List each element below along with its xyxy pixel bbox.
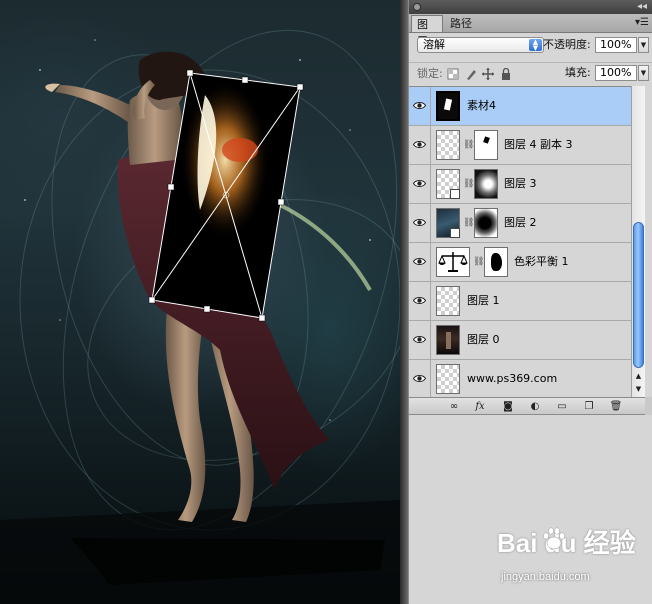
trash-icon[interactable]: 🗑 xyxy=(609,400,623,413)
paw-logo-icon xyxy=(543,527,565,550)
lock-label: 锁定: xyxy=(417,67,443,80)
layer-name[interactable]: 色彩平衡 1 xyxy=(514,254,569,270)
divider xyxy=(409,62,652,63)
tab-paths[interactable]: 路径 xyxy=(445,15,477,32)
canvas-scroll-edge xyxy=(400,0,408,604)
scroll-up-arrow-icon[interactable]: ▲ xyxy=(632,370,645,382)
layer-row[interactable]: ⛓ 图层 4 副本 3 xyxy=(409,126,631,165)
blend-mode-select[interactable]: 溶解 ▲ ▼ xyxy=(417,37,544,53)
new-layer-icon[interactable]: ❐ xyxy=(582,400,596,413)
layer-row[interactable]: ⛓ 色彩平衡 1 xyxy=(409,243,631,282)
blend-mode-value: 溶解 xyxy=(423,38,445,51)
layer-list-scrollbar[interactable]: ▲ ▼ xyxy=(631,86,645,397)
fill-input[interactable]: 100% xyxy=(595,65,637,81)
document-canvas[interactable] xyxy=(0,0,400,604)
layer-mask-thumbnail xyxy=(474,130,498,160)
visibility-eye-icon[interactable] xyxy=(409,321,431,359)
layer-row[interactable]: www.ps369.com xyxy=(409,360,631,398)
tab-layers[interactable]: 图层 xyxy=(411,15,443,48)
visibility-eye-icon[interactable] xyxy=(409,360,431,398)
layer-thumbnail xyxy=(436,208,460,238)
smart-object-badge-icon xyxy=(450,189,460,199)
layer-name[interactable]: 图层 2 xyxy=(504,215,537,231)
visibility-eye-icon[interactable] xyxy=(409,204,431,242)
chain-link-icon[interactable]: ⛓ xyxy=(463,179,474,189)
layer-mask-thumbnail xyxy=(474,169,498,199)
lock-position-icon[interactable] xyxy=(482,68,494,80)
fill-dropdown-arrow[interactable]: ▼ xyxy=(638,65,649,81)
watermark: Bai du 经验 jingyan.baidu.com xyxy=(497,518,647,590)
collapse-arrows-icon[interactable]: ◂◂ xyxy=(637,0,647,14)
layer-row[interactable]: 图层 1 xyxy=(409,282,631,321)
visibility-eye-icon[interactable] xyxy=(409,126,431,164)
layer-thumbnail xyxy=(436,364,460,394)
fill-label: 填充: xyxy=(565,66,591,79)
artwork xyxy=(0,29,400,604)
layer-thumbnail xyxy=(436,169,460,199)
layers-panel: ◂◂ 图层 路径 ▾☰ 溶解 ▲▼ 不透明度: 100% ▼ 锁定: 填充: 1… xyxy=(408,0,652,604)
fx-icon[interactable]: fx xyxy=(473,400,487,413)
layer-mask-thumbnail xyxy=(484,247,508,277)
panel-menu-icon[interactable]: ▾☰ xyxy=(635,15,649,31)
visibility-eye-icon[interactable] xyxy=(409,243,431,281)
lock-transparent-pixels-icon[interactable] xyxy=(447,68,459,80)
layer-name[interactable]: 图层 0 xyxy=(467,332,500,348)
layer-name[interactable]: 图层 1 xyxy=(467,293,500,309)
smart-object-badge-icon xyxy=(450,228,460,238)
layer-name[interactable]: 图层 3 xyxy=(504,176,537,192)
layer-list: 素材4 ⛓ 图层 4 副本 3 ⛓ 图层 3 ⛓ 图层 2 ⛓ 色彩平衡 1 图… xyxy=(409,86,631,398)
layer-row[interactable]: 图层 0 xyxy=(409,321,631,360)
layer-row[interactable]: ⛓ 图层 2 xyxy=(409,204,631,243)
visibility-eye-icon[interactable] xyxy=(409,282,431,320)
group-folder-icon[interactable]: ▭ xyxy=(555,400,569,413)
layer-name[interactable]: www.ps369.com xyxy=(467,371,557,387)
color-balance-adjustment-icon xyxy=(436,247,470,277)
layer-thumbnail xyxy=(436,286,460,316)
layer-row[interactable]: 素材4 xyxy=(409,87,631,126)
panel-close-button[interactable] xyxy=(413,3,421,11)
blend-mode-stepper-icon: ▲ ▼ xyxy=(529,39,542,52)
scroll-thumb[interactable] xyxy=(633,222,644,368)
layer-thumbnail xyxy=(436,130,460,160)
lock-image-pixels-icon[interactable] xyxy=(465,68,477,80)
link-icon[interactable]: ∞ xyxy=(447,400,461,413)
layer-mask-thumbnail xyxy=(474,208,498,238)
adjustment-icon[interactable]: ◐ xyxy=(528,400,542,413)
watermark-url: jingyan.baidu.com xyxy=(501,571,590,583)
scroll-down-arrow-icon[interactable]: ▼ xyxy=(632,383,645,395)
panel-title-bar: ◂◂ xyxy=(409,0,652,14)
opacity-dropdown-arrow[interactable]: ▼ xyxy=(638,37,649,53)
opacity-input[interactable]: 100% xyxy=(595,37,637,53)
chain-link-icon[interactable]: ⛓ xyxy=(463,140,474,150)
panel-resize-handle[interactable] xyxy=(645,397,652,415)
layer-name[interactable]: 图层 4 副本 3 xyxy=(504,137,573,153)
layers-bottom-toolbar: ∞ fx ◙ ◐ ▭ ❐ 🗑 xyxy=(409,397,645,415)
layer-thumbnail xyxy=(436,91,460,121)
chain-link-icon[interactable]: ⛓ xyxy=(463,218,474,228)
chain-link-icon[interactable]: ⛓ xyxy=(473,257,484,267)
layer-thumbnail xyxy=(436,325,460,355)
panel-tab-bar: 图层 路径 ▾☰ xyxy=(409,14,652,48)
opacity-label: 不透明度: xyxy=(543,38,591,51)
visibility-eye-icon[interactable] xyxy=(409,165,431,203)
mask-icon[interactable]: ◙ xyxy=(501,400,515,413)
visibility-eye-icon[interactable] xyxy=(409,87,431,125)
lock-all-icon[interactable] xyxy=(500,68,512,80)
layer-name[interactable]: 素材4 xyxy=(467,98,496,114)
layer-row[interactable]: ⛓ 图层 3 xyxy=(409,165,631,204)
